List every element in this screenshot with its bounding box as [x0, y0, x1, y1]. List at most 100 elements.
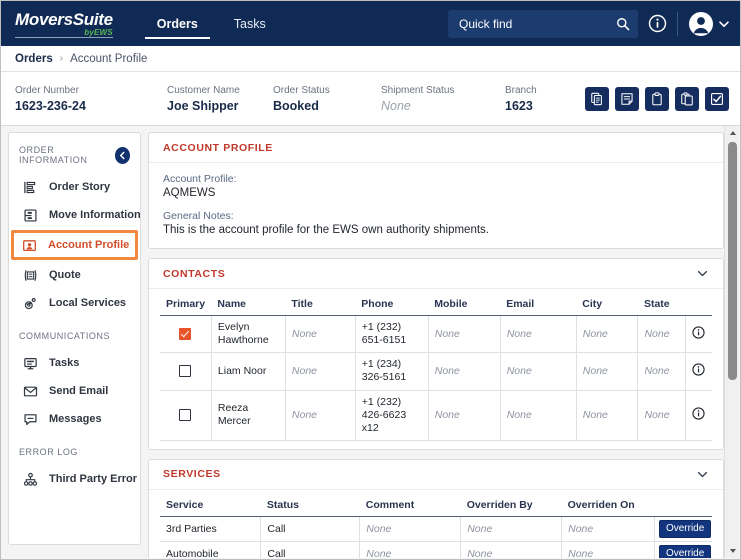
primary-checkbox[interactable] [179, 408, 192, 421]
contacts-primary-cell[interactable] [160, 352, 212, 391]
table-row[interactable]: Automobile Call None None None Override [160, 541, 712, 558]
scroll-up-arrow-icon[interactable] [725, 126, 740, 140]
scrollbar-thumb[interactable] [728, 142, 737, 380]
sidebar-item-local-services[interactable]: Local Services [9, 289, 140, 317]
sidebar-item-messages[interactable]: Messages [9, 405, 140, 433]
breadcrumb-orders-link[interactable]: Orders [15, 53, 53, 65]
checklist-button[interactable] [705, 86, 729, 111]
services-card-title: SERVICES [163, 468, 221, 481]
sidebar-item-tasks-label: Tasks [49, 357, 80, 369]
third-party-error-app-icon [22, 471, 38, 487]
contacts-phone-cell: +1 (232) 651-6151 [355, 315, 429, 354]
quote-icon [22, 267, 38, 283]
clipboard-button[interactable] [645, 86, 669, 111]
sidebar-item-third-party-error-app-label: Third Party Error App [49, 473, 140, 485]
table-row[interactable]: Evelyn Hawthorne None +1 (232) 651-6151 … [160, 315, 712, 354]
sidebar-group-communications: COMMUNICATIONS [9, 331, 140, 341]
contacts-card-title: CONTACTS [163, 267, 226, 280]
contacts-col-phone: Phone [355, 295, 429, 316]
shipment-status-field: Shipment Status None [381, 85, 505, 113]
account-profile-card-header: ACCOUNT PROFILE [149, 133, 723, 163]
application-window: MoversSuite byEWS Orders Tasks Quick fin… [0, 0, 741, 560]
contacts-email-cell: None [500, 390, 577, 441]
table-row[interactable]: Liam Noor None +1 (234) 326-5161 None No… [160, 352, 712, 391]
services-override-cell[interactable]: Override [654, 516, 712, 543]
user-menu[interactable] [688, 11, 730, 37]
table-row[interactable]: 3rd Parties Call None None None Override [160, 516, 712, 543]
info-circle-icon[interactable] [692, 406, 705, 420]
primary-checkbox[interactable] [179, 365, 192, 378]
services-col-actions [654, 495, 712, 517]
sidebar-item-send-email[interactable]: Send Email [9, 377, 140, 405]
contacts-card-header[interactable]: CONTACTS [149, 259, 723, 289]
nav-right-controls [448, 9, 730, 38]
sidebar-item-third-party-error-app[interactable]: Third Party Error App [9, 465, 140, 493]
contacts-state-cell: None [637, 315, 686, 354]
account-profile-field-label: Account Profile: [163, 173, 237, 185]
contacts-info-cell[interactable] [685, 352, 712, 391]
brand-subtitle: byEWS [84, 27, 113, 37]
customer-name-value: Joe Shipper [167, 98, 239, 113]
copy-documents-button[interactable] [585, 86, 609, 111]
nav-tab-tasks[interactable]: Tasks [216, 1, 284, 46]
sidebar-item-move-information[interactable]: Move Information [9, 201, 140, 229]
send-email-icon [22, 383, 38, 399]
nav-tab-orders[interactable]: Orders [139, 1, 216, 46]
primary-checkbox[interactable] [179, 327, 192, 340]
services-overriden-by-cell: None [460, 516, 563, 543]
contacts-col-state: State [637, 295, 686, 316]
vertical-scrollbar[interactable] [724, 126, 739, 558]
order-status-value: Booked [273, 98, 319, 113]
services-status-cell: Call [260, 541, 361, 558]
sidebar-item-order-story[interactable]: Order Story [9, 173, 140, 201]
branch-field: Branch 1623 [505, 85, 565, 113]
search-icon[interactable] [616, 17, 630, 31]
quick-find-container[interactable] [448, 9, 638, 38]
contacts-info-cell[interactable] [685, 315, 712, 354]
order-number-value: 1623-236-24 [15, 98, 86, 113]
override-button[interactable]: Override [658, 545, 712, 558]
contacts-primary-cell[interactable] [160, 390, 212, 441]
user-avatar-icon[interactable] [688, 11, 714, 37]
branch-value: 1623 [505, 98, 533, 113]
services-override-cell[interactable]: Override [654, 541, 712, 558]
info-circle-icon[interactable] [692, 325, 705, 339]
sidebar-item-quote[interactable]: Quote [9, 261, 140, 289]
general-notes-field: General Notes: This is the account profi… [163, 210, 709, 236]
contacts-info-cell[interactable] [685, 390, 712, 441]
table-row[interactable]: Reeza Mercer None +1 (232) 426-6623 x12 … [160, 390, 712, 441]
sidebar-item-tasks[interactable]: Tasks [9, 349, 140, 377]
sidebar-group-communications-label: COMMUNICATIONS [19, 331, 111, 341]
chevron-down-icon[interactable] [718, 18, 730, 30]
general-notes-field-value: This is the account profile for the EWS … [163, 224, 489, 236]
sidebar-collapse-button[interactable] [114, 146, 130, 164]
brand-logo[interactable]: MoversSuite byEWS [15, 11, 113, 38]
scroll-down-arrow-icon[interactable] [725, 544, 740, 558]
services-table-header-row: Service Status Comment Overriden By Over… [160, 495, 712, 517]
chevron-down-icon[interactable] [696, 267, 709, 280]
contacts-mobile-cell: None [428, 352, 501, 391]
contacts-primary-cell[interactable] [160, 315, 212, 354]
services-col-service: Service [160, 495, 261, 517]
override-button[interactable]: Override [658, 519, 712, 539]
sidebar-item-account-profile[interactable]: Account Profile [11, 230, 138, 260]
services-col-overriden-on: Overriden On [561, 495, 655, 517]
services-card-header[interactable]: SERVICES [149, 460, 723, 490]
contacts-name-cell: Evelyn Hawthorne [211, 315, 286, 354]
contacts-card: CONTACTS Primary Name Title Phone Mobile… [148, 258, 724, 450]
note-document-button[interactable] [615, 86, 639, 111]
nav-divider [677, 11, 678, 36]
sidebar-item-account-profile-label: Account Profile [48, 239, 130, 251]
clipboard-copy-button[interactable] [675, 86, 699, 111]
order-status-label: Order Status [273, 84, 330, 96]
contacts-city-cell: None [576, 390, 639, 441]
info-circle-icon[interactable] [692, 363, 705, 376]
tasks-icon [22, 355, 38, 371]
search-input[interactable] [459, 16, 616, 31]
chevron-down-icon[interactable] [696, 468, 709, 481]
scrollbar-column [723, 126, 740, 558]
info-circle-icon[interactable] [648, 14, 667, 33]
services-table: Service Status Comment Overriden By Over… [160, 495, 712, 558]
order-summary-bar: Order Number 1623-236-24 Customer Name J… [1, 72, 740, 126]
sidebar-group-order-information: ORDER INFORMATION [9, 145, 140, 165]
